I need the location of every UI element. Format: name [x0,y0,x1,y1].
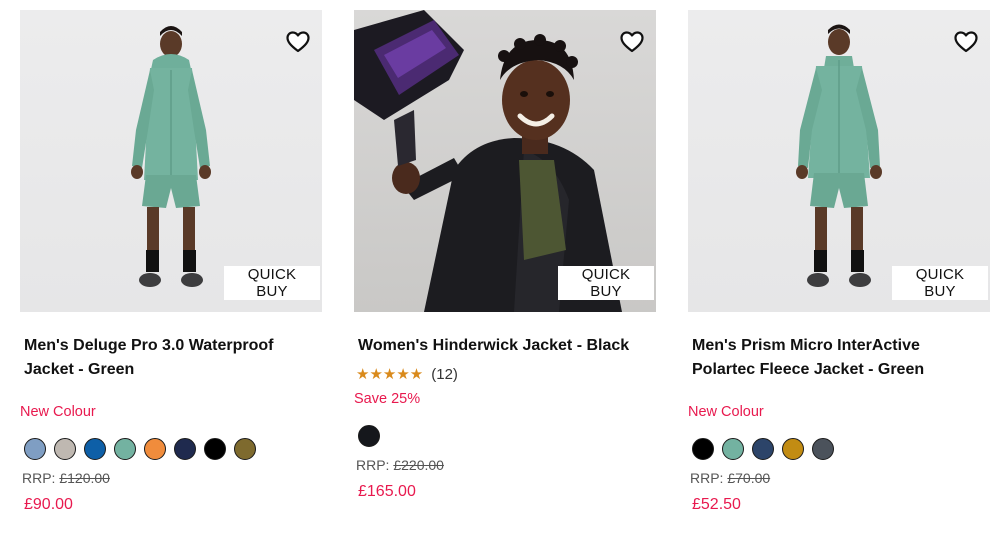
sale-price: £90.00 [24,496,73,513]
save-badge: Save 25% [354,391,421,407]
colour-swatch[interactable] [234,438,256,460]
product-card[interactable]: QUICK BUY Men's Deluge Pro 3.0 Waterproo… [20,10,322,514]
rrp-value: £120.00 [59,470,110,486]
sale-price: £52.50 [692,496,741,513]
quick-buy-button[interactable]: QUICK BUY [558,266,654,300]
rrp-value: £70.00 [727,470,771,486]
product-title[interactable]: Women's Hinderwick Jacket - Black [358,334,643,358]
wishlist-heart-icon[interactable] [618,28,646,56]
rrp-price: RRP: £120.00 [22,470,322,486]
rrp-label: RRP: [22,470,56,486]
product-card[interactable]: QUICK BUY Women's Hinderwick Jacket - Bl… [354,10,656,501]
new-colour-badge: New Colour [20,404,96,420]
product-title[interactable]: Men's Prism Micro InterActive Polartec F… [692,334,977,382]
rrp-label: RRP: [690,470,724,486]
wishlist-heart-icon[interactable] [952,28,980,56]
colour-swatch[interactable] [24,438,46,460]
sale-price: £165.00 [358,483,416,500]
quick-buy-button[interactable]: QUICK BUY [224,266,320,300]
colour-swatches [692,438,990,462]
product-title[interactable]: Men's Deluge Pro 3.0 Waterproof Jacket -… [24,334,309,382]
wishlist-heart-icon[interactable] [284,28,312,56]
colour-swatch[interactable] [358,425,380,447]
colour-swatch[interactable] [174,438,196,460]
product-image[interactable]: QUICK BUY [354,10,656,312]
rrp-value: £220.00 [393,457,444,473]
product-image[interactable]: QUICK BUY [688,10,990,312]
colour-swatch[interactable] [54,438,76,460]
colour-swatch[interactable] [84,438,106,460]
colour-swatch[interactable] [722,438,744,460]
colour-swatches [358,425,656,449]
colour-swatch[interactable] [204,438,226,460]
colour-swatch[interactable] [114,438,136,460]
colour-swatches [24,438,322,462]
product-rating[interactable]: ★★★★★ (12) [356,364,656,384]
colour-swatch[interactable] [782,438,804,460]
product-image[interactable]: QUICK BUY [20,10,322,312]
review-count: (12) [431,365,458,383]
colour-swatch[interactable] [812,438,834,460]
star-rating-icons: ★★★★★ [356,366,424,383]
product-card[interactable]: QUICK BUY Men's Prism Micro InterActive … [688,10,990,514]
colour-swatch[interactable] [144,438,166,460]
colour-swatch[interactable] [692,438,714,460]
colour-swatch[interactable] [752,438,774,460]
rrp-price: RRP: £220.00 [356,457,656,473]
rrp-label: RRP: [356,457,390,473]
quick-buy-button[interactable]: QUICK BUY [892,266,988,300]
rrp-price: RRP: £70.00 [690,470,990,486]
new-colour-badge: New Colour [688,404,764,420]
